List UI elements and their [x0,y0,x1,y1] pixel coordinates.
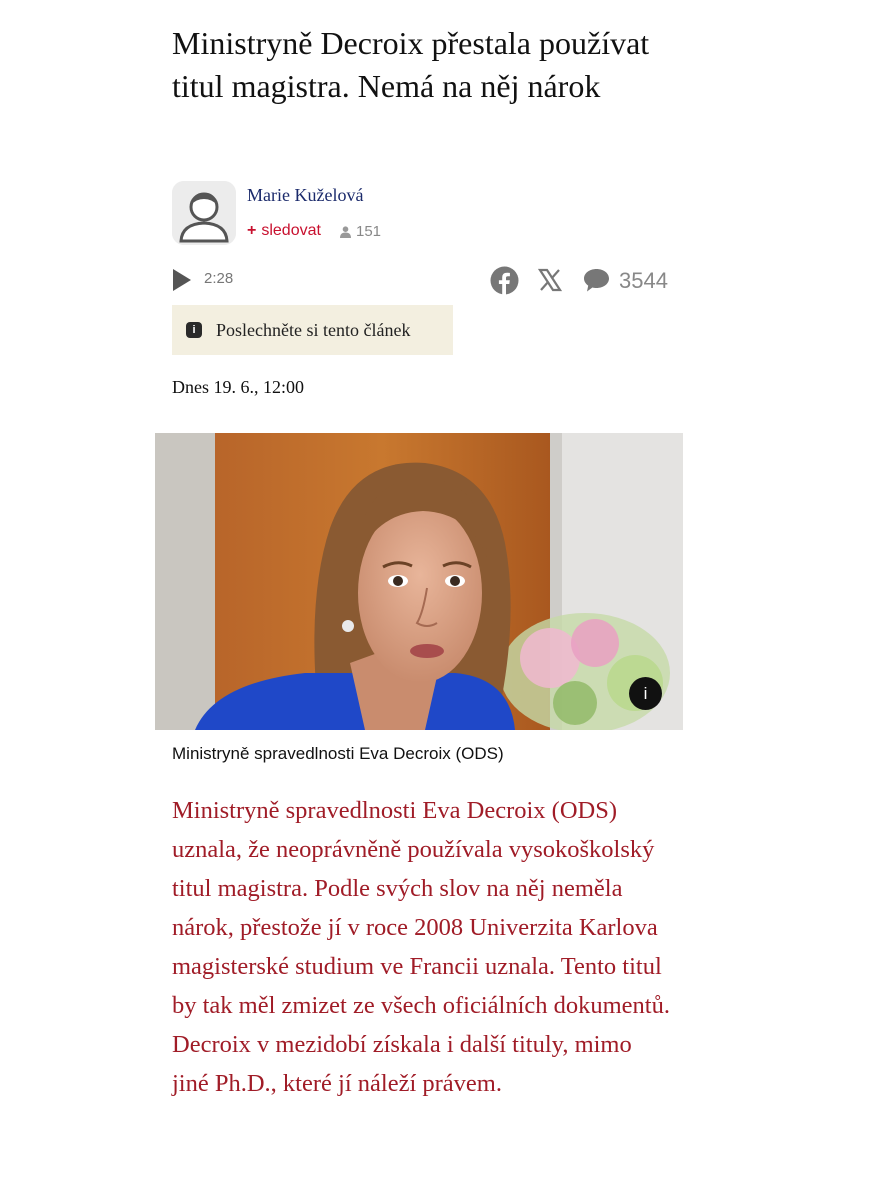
article-headline: Ministryně Decroix přestala používat tit… [172,25,650,104]
info-icon: i [186,322,202,338]
person-icon [340,225,351,238]
listen-label: Poslechněte si tento článek [216,319,411,340]
followers-number: 151 [356,223,382,240]
follow-label: sledovat [261,222,321,239]
listen-article-button[interactable]: i Poslechněte si tento článek [172,305,453,355]
comment-icon [584,269,609,292]
audio-duration: 2:28 [204,270,234,287]
article-photo[interactable] [155,433,683,730]
x-icon [537,268,563,292]
follow-button[interactable]: + sledovat [247,222,321,240]
facebook-icon [490,266,519,295]
play-button[interactable] [172,268,192,292]
share-facebook-button[interactable] [490,266,519,300]
author-name[interactable]: Marie Kuželová [247,185,363,206]
article-perex: Ministryně spravedlnosti Eva Decroix (OD… [172,797,670,1097]
share-x-button[interactable] [537,268,563,297]
photo-caption: Ministryně spravedlnosti Eva Decroix (OD… [172,744,504,763]
comments-button[interactable] [583,268,610,298]
plus-icon: + [247,222,257,239]
publish-date: Dnes 19. 6., 12:00 [172,377,304,397]
followers-count: 151 [340,223,381,240]
play-icon [173,269,191,291]
author-avatar[interactable] [172,181,236,245]
user-placeholder-icon [172,181,236,245]
portrait-image [155,433,683,730]
comments-count[interactable]: 3544 [619,268,668,294]
photo-info-button[interactable]: i [629,677,662,710]
